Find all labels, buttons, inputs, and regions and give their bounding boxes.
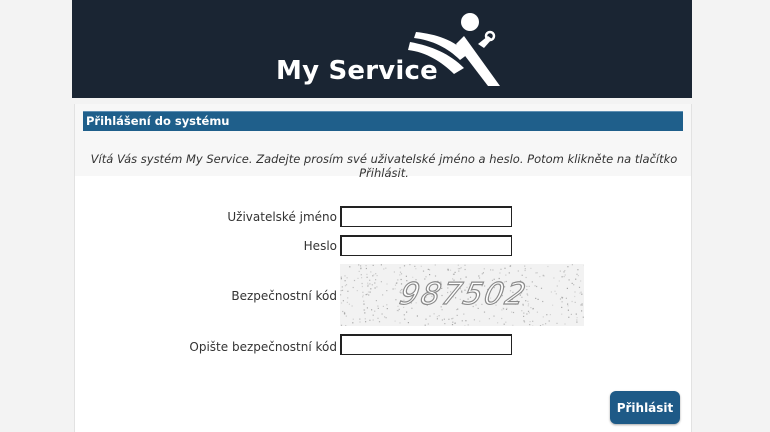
- username-input[interactable]: [340, 206, 512, 227]
- password-label: Heslo: [303, 239, 337, 253]
- username-label: Uživatelské jméno: [227, 210, 337, 224]
- section-header: Přihlášení do systému: [83, 111, 683, 131]
- brand-name: My Service: [276, 56, 438, 86]
- captcha-input-label: Opište bezpečnostní kód: [189, 340, 337, 354]
- captcha-label: Bezpečnostní kód: [231, 289, 337, 303]
- password-input[interactable]: [340, 235, 512, 256]
- captcha-image: 987502: [340, 264, 584, 326]
- welcome-text: Vítá Vás systém My Service. Zadejte pros…: [90, 152, 678, 180]
- section-title: Přihlášení do systému: [86, 114, 230, 128]
- login-button[interactable]: Přihlásit: [610, 391, 680, 424]
- captcha-code: 987502: [397, 277, 531, 312]
- banner: My Service: [72, 0, 692, 98]
- page: My Service Přihlášení do systému Vítá Vá…: [72, 0, 692, 432]
- login-panel: Přihlášení do systému Vítá Vás systém My…: [74, 104, 692, 432]
- captcha-input[interactable]: [340, 334, 512, 355]
